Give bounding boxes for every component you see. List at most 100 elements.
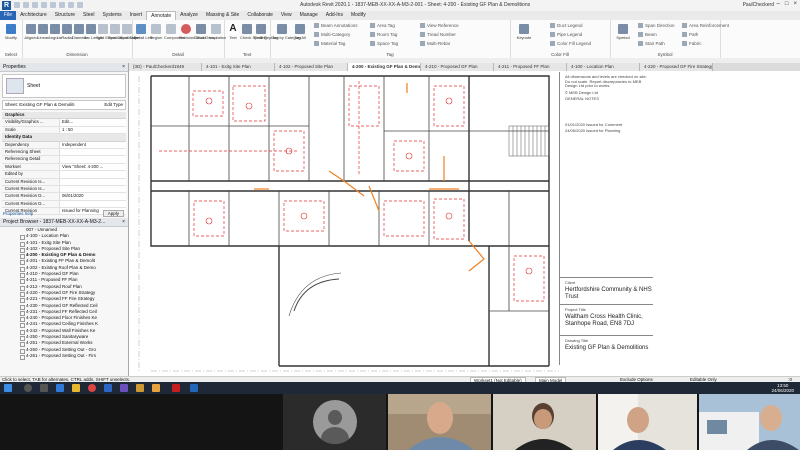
view-tab[interactable]: 4-220 - Proposed GF Fire Strategy xyxy=(640,63,713,71)
view-reference-button[interactable]: View Reference xyxy=(420,23,459,29)
participant-tile[interactable] xyxy=(283,394,386,450)
keynote-button[interactable]: Keynote xyxy=(514,24,534,40)
tab-modify[interactable]: Modify xyxy=(347,11,370,20)
stair-path-button[interactable]: Stair Path xyxy=(638,41,665,47)
minimize-button[interactable]: – xyxy=(777,1,780,7)
print-icon[interactable] xyxy=(50,2,56,8)
tab-systems[interactable]: Systems xyxy=(98,11,125,20)
tab-structure[interactable]: Structure xyxy=(51,11,79,20)
material-tag-button[interactable]: Material Tag xyxy=(314,41,345,47)
view-tab-active[interactable]: 4-200 - Existing GF Plan & Demo... xyxy=(348,63,421,71)
tag-all-button[interactable]: Tag All xyxy=(292,24,308,40)
text-icon[interactable] xyxy=(68,2,74,8)
clock[interactable]: 13:50 24/06/2020 xyxy=(771,383,794,393)
tab-insert[interactable]: Insert xyxy=(126,11,147,20)
space-tag-button[interactable]: Space Tag xyxy=(370,41,398,47)
tab-add-ins[interactable]: Add-Ins xyxy=(322,11,347,20)
arc-length-icon xyxy=(86,24,96,34)
duct-legend-button[interactable]: Duct Legend xyxy=(550,23,583,29)
beam-symbol-button[interactable]: Beam xyxy=(638,32,657,38)
find-replace-button[interactable]: Find/ Replace xyxy=(254,24,279,40)
titleblock-project-label: Project Title xyxy=(565,307,586,312)
region-button[interactable]: Region xyxy=(149,24,163,40)
revision-cloud-button[interactable]: Revision Cloud xyxy=(179,24,206,40)
fabric-button[interactable]: Fabric xyxy=(682,41,702,47)
drawing-area[interactable] xyxy=(129,71,800,376)
folder-icon[interactable] xyxy=(152,384,160,392)
redo-icon[interactable] xyxy=(41,2,47,8)
component-button[interactable]: Component xyxy=(164,24,185,40)
maximize-button[interactable]: □ xyxy=(785,1,789,7)
teams-icon[interactable] xyxy=(120,384,128,392)
windows-start-icon[interactable] xyxy=(4,384,12,392)
view-tab[interactable]: 4-210 - Proposed GF Plan xyxy=(421,63,494,71)
detail-group-button[interactable]: Detail Group xyxy=(194,24,216,40)
area-tag-button[interactable]: Area Tag xyxy=(370,23,395,29)
browser-item[interactable]: 4-261 - Proposed Setting Out - Firs xyxy=(0,353,128,361)
check-spelling-button[interactable]: Check Spelling xyxy=(240,24,267,40)
view-tab[interactable]: 4-101 - Exitg Site Plan xyxy=(202,63,275,71)
tab-manage[interactable]: Manage xyxy=(296,11,322,20)
multi-category-button[interactable]: Multi-Category xyxy=(314,32,350,38)
tab-annotate[interactable]: Annotate xyxy=(146,10,177,21)
pipe-legend-button[interactable]: Pipe Legend xyxy=(550,32,582,38)
participant-video[interactable] xyxy=(598,394,697,450)
file-explorer-icon[interactable] xyxy=(72,384,80,392)
room-tag-button[interactable]: Room Tag xyxy=(370,32,397,38)
autodesk-icon[interactable] xyxy=(172,384,180,392)
task-view-icon[interactable] xyxy=(40,384,48,392)
revit-logo[interactable]: R xyxy=(2,1,11,10)
participant-video[interactable] xyxy=(493,394,596,450)
tab-steel[interactable]: Steel xyxy=(79,11,98,20)
modify-button[interactable]: Modify xyxy=(4,24,18,40)
category-identity-data[interactable]: Identity Data xyxy=(2,134,126,142)
undo-icon[interactable] xyxy=(32,2,38,8)
instance-filter[interactable]: Sheet: Existing GF Plan & Demoliti Edit … xyxy=(2,100,126,110)
revit-taskbar-icon[interactable] xyxy=(190,384,198,392)
tab-analyze[interactable]: Analyze xyxy=(176,11,202,20)
close-icon[interactable]: × xyxy=(122,63,125,71)
tab-view[interactable]: View xyxy=(277,11,296,20)
close-icon[interactable]: × xyxy=(122,218,125,226)
apply-button[interactable]: Apply xyxy=(102,210,124,217)
view-tab[interactable]: 4-211 - Proposed FF Plan xyxy=(494,63,567,71)
properties-help-link[interactable]: Properties help xyxy=(3,211,33,216)
type-selector[interactable]: Sheet xyxy=(2,74,126,98)
measure-icon[interactable] xyxy=(59,2,65,8)
detail-line-button[interactable]: Detail Line xyxy=(134,24,153,40)
symbol-button[interactable]: Symbol xyxy=(614,24,632,40)
stair-path-icon xyxy=(638,41,643,47)
span-direction-button[interactable]: Span Direction xyxy=(638,23,675,29)
tread-number-button[interactable]: Tread Number xyxy=(420,32,456,38)
view-tab[interactable]: 4-100 - Location Plan xyxy=(567,63,640,71)
multi-rebar-button[interactable]: Multi-Rebar xyxy=(420,41,450,47)
participant-video[interactable] xyxy=(388,394,491,450)
tab-file[interactable]: File xyxy=(0,11,17,20)
close-button[interactable]: × xyxy=(793,1,797,7)
path-reinforcement-button[interactable]: Path xyxy=(682,32,698,38)
view-tab[interactable]: {3D} - PaulCheckerd1949 xyxy=(129,63,202,71)
beam-annotations-button[interactable]: Beam Annotations xyxy=(314,23,358,29)
category-graphics[interactable]: Graphics xyxy=(2,112,126,120)
save-icon[interactable] xyxy=(23,2,29,8)
outlook-icon[interactable] xyxy=(104,384,112,392)
view-tab[interactable]: 4-102 - Proposed Site Plan xyxy=(275,63,348,71)
user-account[interactable]: PaulCheckerd xyxy=(743,2,774,8)
tag-by-category-button[interactable]: Tag by Category xyxy=(272,24,301,40)
tab-massing-site[interactable]: Massing & Site xyxy=(202,11,243,20)
participant-video[interactable] xyxy=(699,394,800,450)
text-button[interactable]: A Text xyxy=(226,24,240,40)
edge-icon[interactable] xyxy=(56,384,64,392)
edit-type-button[interactable]: Edit Type xyxy=(104,101,123,109)
app-icon[interactable] xyxy=(136,384,144,392)
search-icon[interactable] xyxy=(24,384,32,392)
insulation-button[interactable]: Insulation xyxy=(209,24,226,40)
color-fill-legend-button[interactable]: Color Fill Legend xyxy=(550,41,591,47)
open-icon[interactable] xyxy=(14,2,20,8)
area-reinforcement-button[interactable]: Area Reinforcement xyxy=(682,23,729,29)
tab-architecture[interactable]: Architecture xyxy=(16,11,51,20)
3d-view-icon[interactable] xyxy=(77,2,83,8)
windows-taskbar: 13:50 24/06/2020 xyxy=(0,382,800,394)
chrome-icon[interactable] xyxy=(88,384,96,392)
tab-collaborate[interactable]: Collaborate xyxy=(243,11,277,20)
